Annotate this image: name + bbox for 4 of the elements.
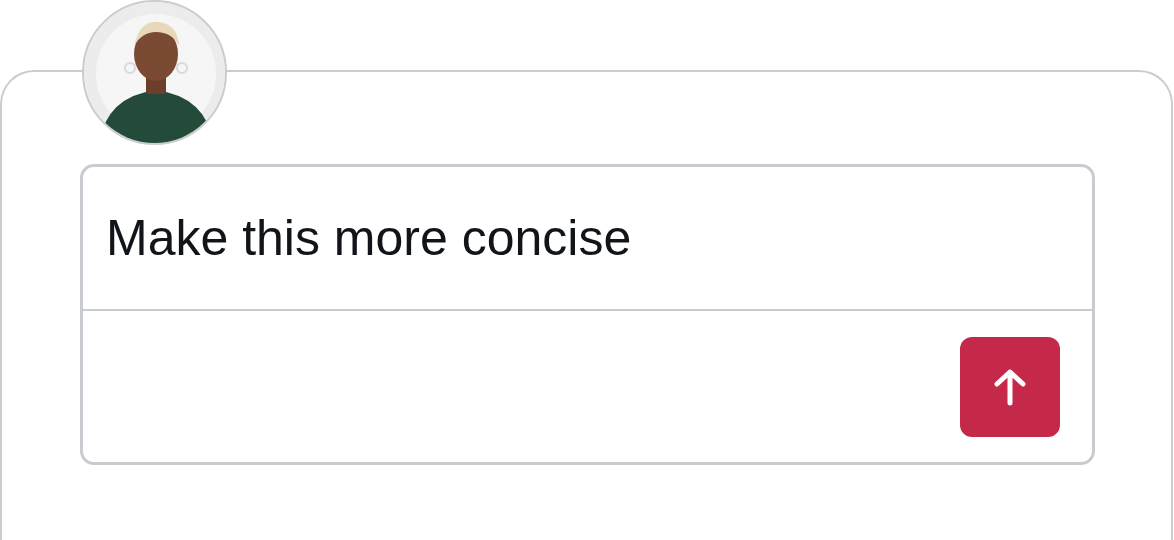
composer-field[interactable]: Make this more concise [80,164,1095,465]
send-button[interactable] [960,336,1060,437]
prompt-field[interactable]: Make this more concise [83,167,1092,311]
arrow-up-icon [993,367,1027,406]
